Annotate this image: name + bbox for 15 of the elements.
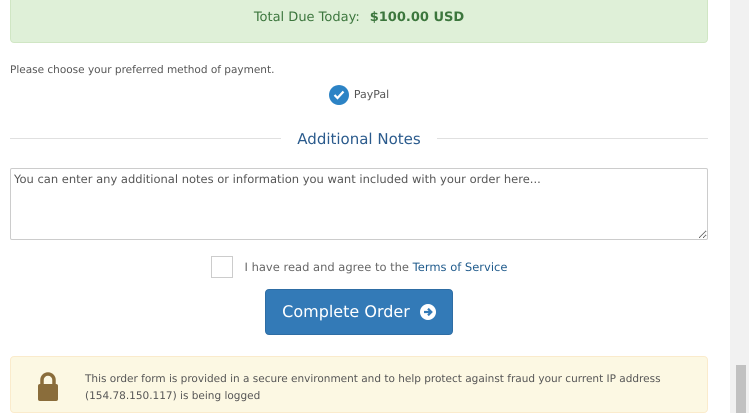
security-text: This order form is provided in a secure environment and to help protect against fraud your current IP address (154.78.150.117) is being logged [85,372,662,404]
payment-option[interactable]: PayPal [328,84,390,105]
lock-icon [37,370,59,401]
terms-link[interactable]: Terms of Service [412,260,508,274]
total-due-amount: $100.00 USD [370,10,464,25]
total-due-label: Total Due Today: [254,10,360,25]
scrollbar-thumb[interactable] [736,365,746,413]
complete-order-button[interactable]: Complete Order [265,288,453,335]
payment-prompt: Please choose your preferred method of payment. [10,64,276,76]
radio-check-icon[interactable] [328,84,349,105]
arrow-circle-icon [420,304,436,320]
terms-agreement: I have read and agree to the Terms of Service [244,260,508,274]
section-heading: Additional Notes [297,130,421,148]
terms-checkbox[interactable] [210,256,233,278]
notes-field[interactable]: You can enter any additional notes or information you want included with your order here... [10,168,708,240]
